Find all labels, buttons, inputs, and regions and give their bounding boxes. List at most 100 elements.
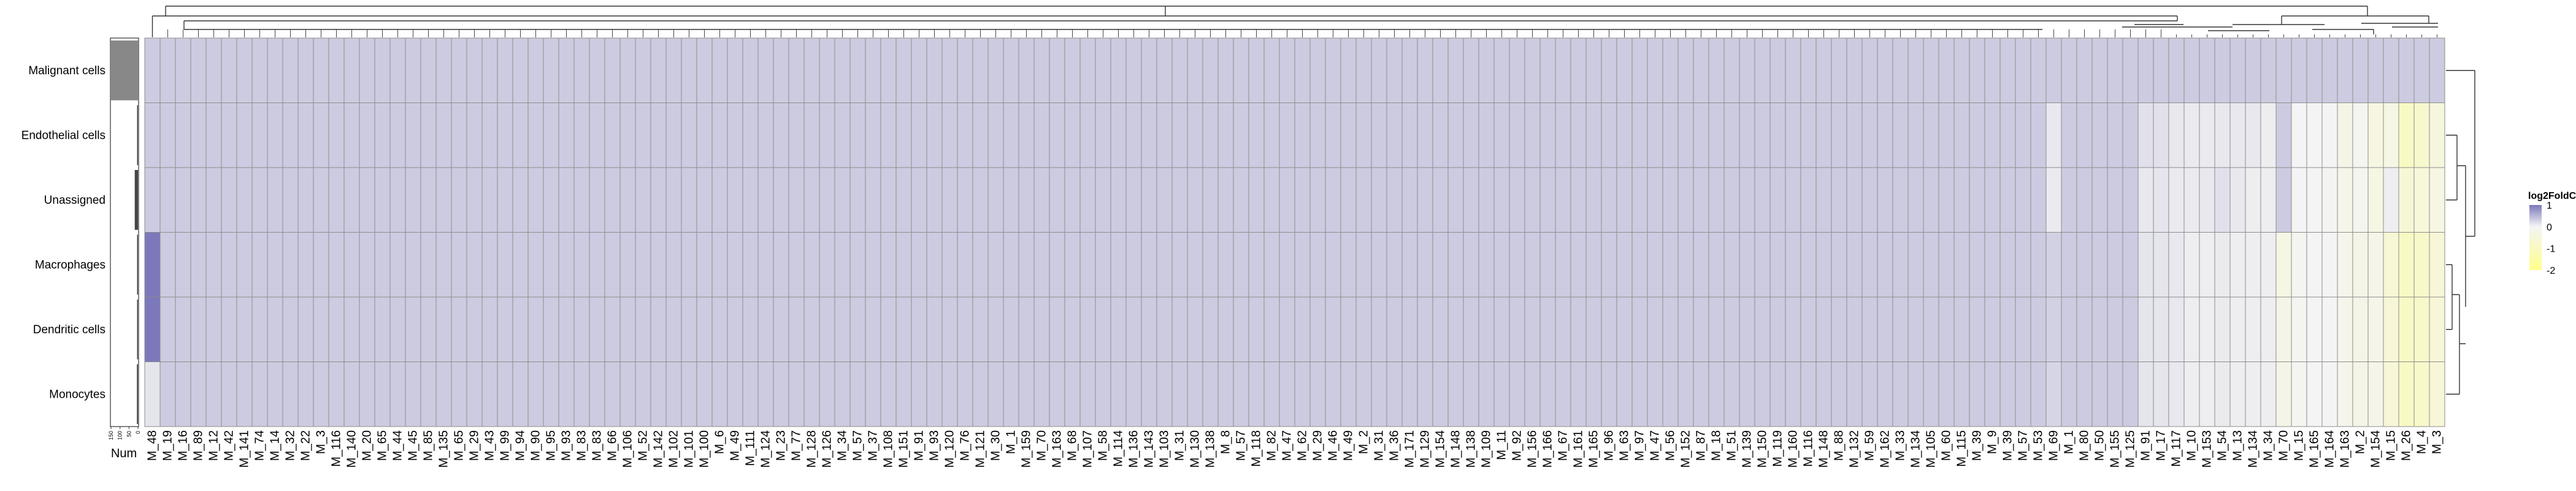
column-label: M_108: [882, 430, 895, 468]
heatmap-cell: [2352, 167, 2369, 233]
heatmap-cell: [374, 296, 391, 362]
column-label: M_49: [729, 430, 742, 461]
heatmap-cell: [1187, 232, 1203, 298]
heatmap-cell: [481, 361, 498, 427]
heatmap-cell: [282, 296, 299, 362]
column-label: M_48: [146, 430, 159, 461]
heatmap-cell: [619, 296, 636, 362]
heatmap-cell: [1171, 296, 1188, 362]
heatmap-cell: [2413, 361, 2430, 427]
heatmap-cell: [2337, 232, 2353, 298]
column-label: M_67: [1557, 430, 1570, 461]
heatmap-cell: [1325, 361, 1341, 427]
heatmap-cell: [589, 37, 605, 103]
column-label: M_89: [192, 430, 205, 461]
heatmap-cell: [1907, 37, 1924, 103]
heatmap-cell: [757, 102, 774, 168]
heatmap-cell: [941, 296, 958, 362]
heatmap-cell: [2199, 296, 2215, 362]
heatmap-cell: [1509, 232, 1525, 298]
heatmap-cell: [1708, 296, 1725, 362]
heatmap-cell: [1631, 167, 1648, 233]
heatmap-cell: [1601, 296, 1617, 362]
heatmap-cell: [1585, 296, 1602, 362]
heatmap-cell: [497, 167, 513, 233]
column-label: M_39: [1971, 430, 1984, 461]
heatmap-cell: [2107, 102, 2123, 168]
heatmap-cell: [727, 296, 743, 362]
heatmap-cell: [681, 296, 697, 362]
heatmap-cell: [1049, 37, 1065, 103]
heatmap-cell: [2275, 37, 2292, 103]
heatmap-cell: [1095, 37, 1111, 103]
heatmap-cell: [2413, 102, 2430, 168]
heatmap-cell: [2168, 37, 2185, 103]
heatmap-cell: [1447, 232, 1464, 298]
heatmap-cell: [527, 167, 544, 233]
heatmap-cell: [359, 361, 375, 427]
heatmap-cell: [1079, 232, 1096, 298]
heatmap-cell: [711, 37, 728, 103]
heatmap-figure: 150 100 50 0Num Malignant cellsEndothelial …: [21, 6, 2576, 468]
heatmap-cell: [1647, 232, 1663, 298]
heatmap-cell: [1309, 296, 1326, 362]
column-label: M_164: [2323, 430, 2337, 468]
heatmap-cell: [435, 37, 452, 103]
heatmap-cell: [1693, 361, 1709, 427]
heatmap-cell: [711, 232, 728, 298]
heatmap-cell: [1493, 296, 1510, 362]
heatmap-cell: [282, 37, 299, 103]
heatmap-cell: [1846, 37, 1863, 103]
heatmap-cell: [2429, 102, 2445, 168]
heatmap-cell: [144, 232, 161, 298]
heatmap-cell: [1110, 37, 1127, 103]
heatmap-cell: [374, 361, 391, 427]
heatmap-cell: [1524, 232, 1541, 298]
heatmap-cell: [466, 361, 483, 427]
column-label: M_107: [1081, 430, 1095, 468]
heatmap-cell: [236, 361, 253, 427]
column-label: M_154: [1434, 430, 1447, 468]
heatmap-cell: [2214, 361, 2231, 427]
column-label: M_1: [1005, 430, 1018, 454]
column-label: M_139: [1741, 430, 1754, 468]
heatmap-cell: [2429, 37, 2445, 103]
heatmap-cell: [2061, 361, 2077, 427]
heatmap-cell: [2061, 232, 2077, 298]
heatmap-cell: [1953, 361, 1970, 427]
heatmap-cell: [1984, 102, 2001, 168]
heatmap-cell: [2183, 361, 2200, 427]
heatmap-cell: [834, 37, 851, 103]
heatmap-cell: [1033, 37, 1050, 103]
heatmap-cell: [1539, 232, 1556, 298]
heatmap-cell: [1355, 37, 1372, 103]
heatmap-cell: [2030, 232, 2047, 298]
heatmap-cell: [1233, 102, 1249, 168]
heatmap-cell: [1049, 232, 1065, 298]
heatmap-cell: [1095, 232, 1111, 298]
heatmap-cell: [2229, 361, 2246, 427]
heatmap-cell: [834, 102, 851, 168]
heatmap-cell: [374, 102, 391, 168]
column-label: M_148: [1817, 430, 1831, 468]
heatmap-cell: [941, 37, 958, 103]
heatmap-cell: [205, 361, 222, 427]
heatmap-cell: [1846, 102, 1863, 168]
heatmap-cell: [466, 37, 483, 103]
column-label: M_47: [1281, 430, 1294, 461]
heatmap-cell: [742, 361, 759, 427]
heatmap-cell: [1463, 37, 1479, 103]
heatmap-cell: [2398, 232, 2415, 298]
heatmap-cell: [282, 102, 299, 168]
heatmap-cell: [389, 232, 406, 298]
heatmap-cell: [190, 361, 207, 427]
heatmap-cell: [1447, 102, 1464, 168]
heatmap-cell: [435, 296, 452, 362]
heatmap-cell: [2367, 37, 2384, 103]
heatmap-cell: [2245, 37, 2261, 103]
heatmap-cell: [144, 361, 161, 427]
heatmap-cell: [895, 361, 912, 427]
heatmap-cell: [1708, 102, 1725, 168]
heatmap-cell: [1018, 102, 1035, 168]
heatmap-cell: [819, 296, 835, 362]
